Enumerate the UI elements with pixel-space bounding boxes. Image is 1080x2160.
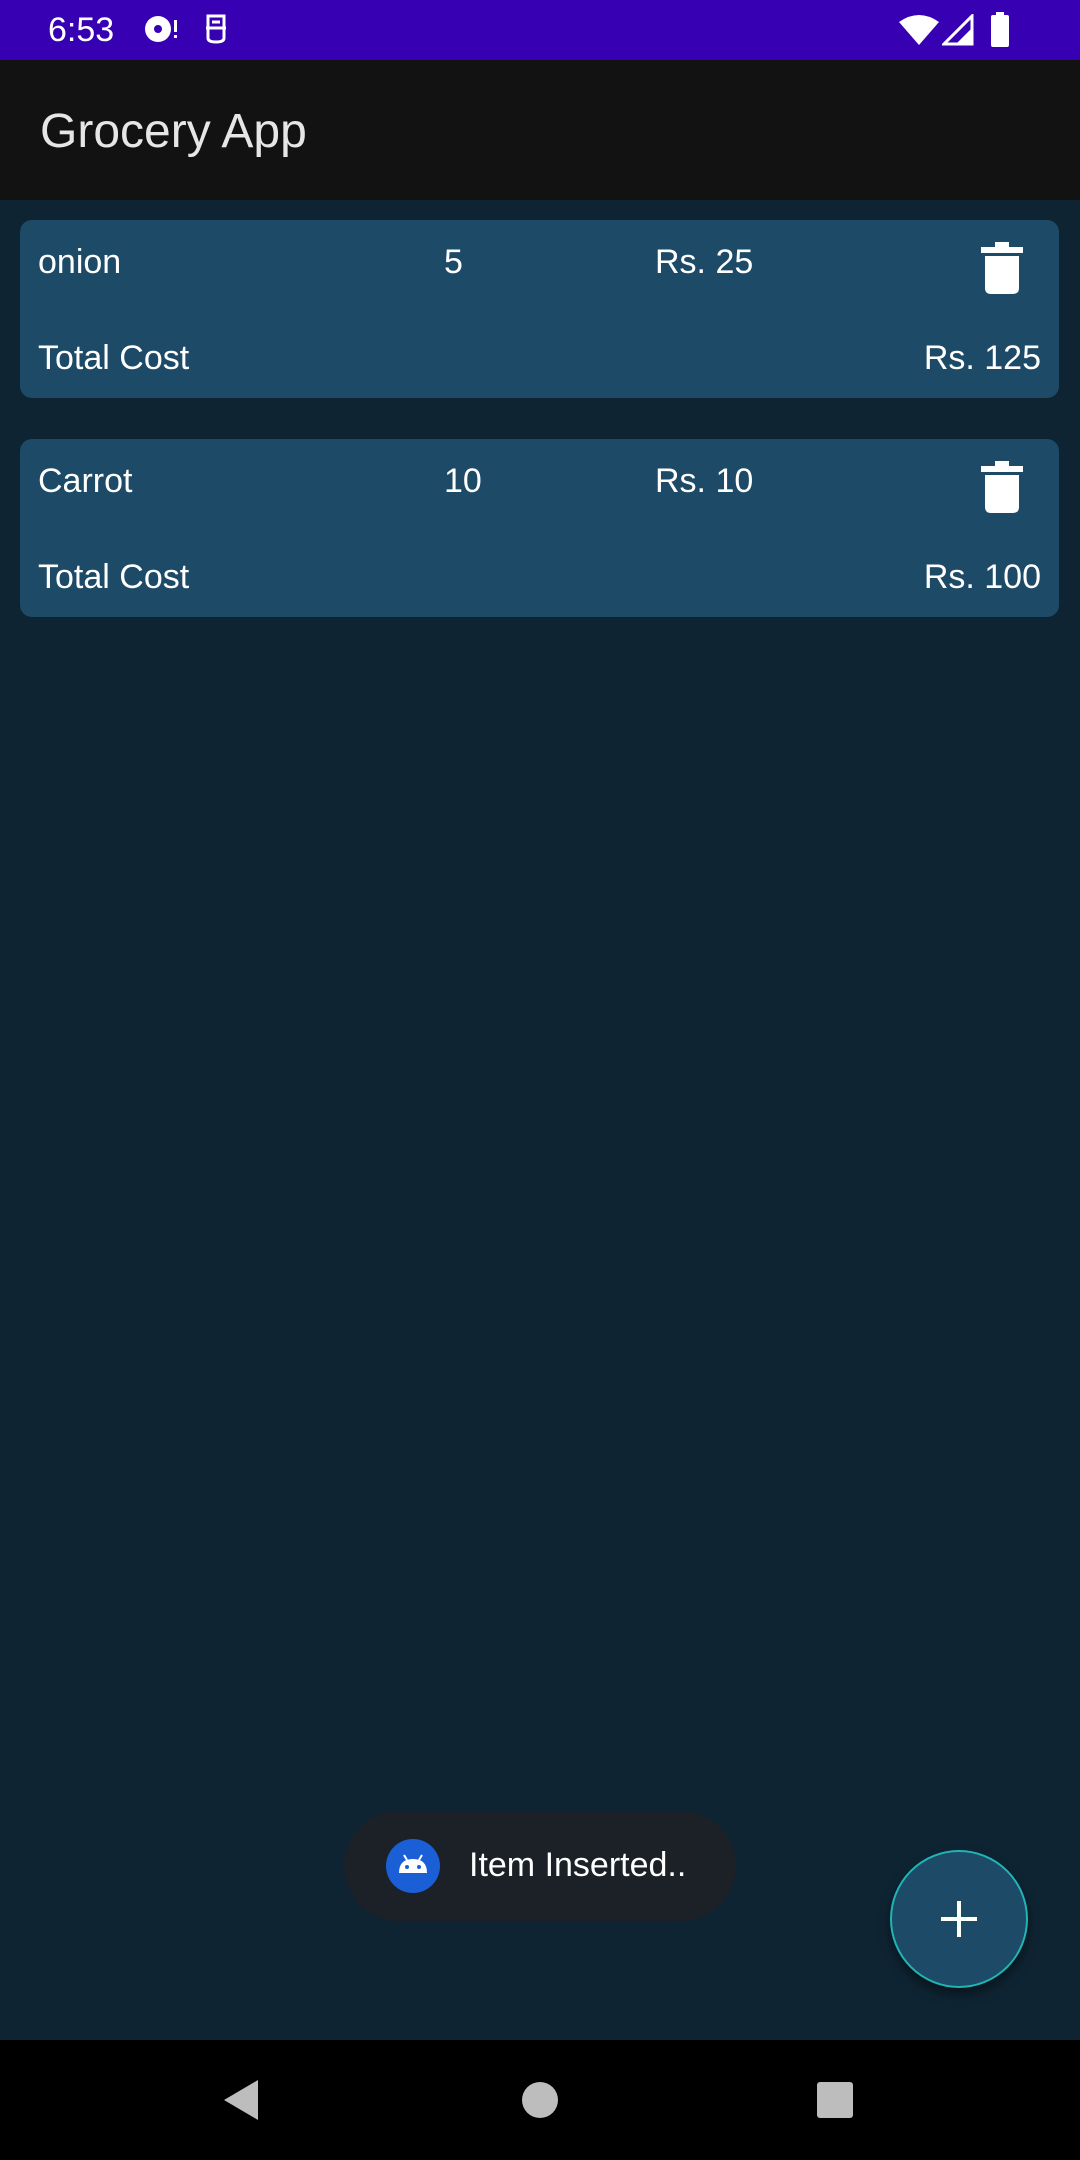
total-cost-label: Total Cost [38,339,190,377]
grocery-item-card: Carrot 10 Rs. 10 Total Cost Rs. 100 [20,439,1059,617]
item-price: Rs. 25 [655,243,754,281]
total-cost-value: Rs. 125 [923,339,1041,377]
grocery-item-card: onion 5 Rs. 25 Total Cost Rs. 125 [20,220,1059,398]
plus-icon [941,1901,977,1937]
back-icon[interactable] [222,2078,260,2127]
recents-icon[interactable] [817,2082,853,2123]
status-time: 6:53 [48,11,115,49]
item-quantity: 5 [444,243,463,281]
add-item-button[interactable] [890,1850,1028,1988]
navigation-bar [0,2040,1080,2160]
app-title: Grocery App [40,105,307,158]
battery-icon [990,12,1010,53]
media-sync-icon [143,12,181,51]
delete-icon[interactable] [981,461,1023,513]
item-price: Rs. 10 [655,462,754,500]
cellular-signal-icon [940,12,974,51]
delete-icon[interactable] [981,242,1023,294]
toast-text: Item Inserted.. [469,1846,687,1884]
total-cost-value: Rs. 100 [923,558,1041,596]
no-sim-icon [202,12,230,51]
total-cost-label: Total Cost [38,558,190,596]
status-bar: 6:53 [0,0,1080,60]
item-name: onion [38,243,122,281]
app-bar: Grocery App [0,60,1080,200]
android-app-icon [386,1839,440,1893]
item-quantity: 10 [444,462,482,500]
home-icon[interactable] [522,2082,558,2123]
item-name: Carrot [38,462,133,500]
wifi-icon [898,14,940,51]
toast-message: Item Inserted.. [344,1811,736,1921]
